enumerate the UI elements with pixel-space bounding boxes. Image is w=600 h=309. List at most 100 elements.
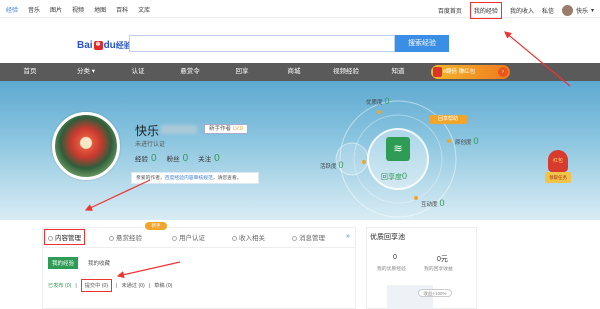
more-tabs-button[interactable]: » — [346, 233, 350, 240]
status-filters: 已发布 (0) | 提交中 (0) | 未通过 (0) | 草稿 (0) — [48, 279, 172, 292]
link-map[interactable]: 地图 — [94, 5, 106, 14]
stat-experience[interactable]: 经验 0 — [135, 153, 157, 164]
notice-text-a: 亲爱的作者， — [136, 176, 165, 181]
messages-link[interactable]: 私信 — [542, 6, 554, 15]
product-links: 经验 音乐 图片 视频 地图 百科 文库 — [6, 5, 150, 14]
metric-dot — [362, 160, 366, 164]
tab-user-certify[interactable]: 用户认证 — [172, 232, 205, 242]
my-experience-link[interactable]: 我的经验 — [469, 2, 502, 19]
pool-title: 优质回享池 — [370, 234, 405, 241]
claim-task-label: 领取任务 — [545, 172, 571, 183]
verification-status: 未进行认证 — [135, 142, 166, 148]
subtab-my-experience[interactable]: 我的经验 — [48, 257, 79, 269]
notice-text-b: ，请您查看。 — [212, 176, 242, 181]
stat-value: 0 — [182, 153, 189, 164]
stat-fans[interactable]: 粉丝 0 — [167, 153, 189, 164]
stat-label: 经验 — [135, 156, 148, 163]
username: 快乐 — [575, 9, 588, 15]
profile-avatar[interactable] — [52, 112, 120, 180]
content-tabs: 内容管理 悬赏经验 用户认证 收入相关 消息管理 — [42, 227, 356, 248]
chevron-down-icon: ▾ — [590, 8, 594, 14]
metric-value: 0 — [473, 136, 479, 146]
link-images[interactable]: 图片 — [50, 5, 62, 14]
divider: | — [116, 282, 118, 289]
filter-rejected[interactable]: 未通过 (0) — [121, 282, 144, 289]
link-wenku[interactable]: 文库 — [138, 5, 150, 14]
income-boost-pill: 收益+100% — [418, 289, 452, 297]
user-menu[interactable]: 快乐 ▾ — [561, 5, 594, 16]
link-music[interactable]: 音乐 — [28, 5, 40, 14]
metric-quality: 优质度 0 — [366, 96, 390, 106]
chevron-down-icon: ▾ — [89, 68, 96, 75]
promo-banner[interactable]: #翻倍 赚红包 › — [431, 65, 510, 79]
tab-label: 悬赏经验 — [116, 235, 142, 242]
link-baike[interactable]: 百科 — [116, 5, 128, 14]
metric-label: 活跃度 — [320, 164, 337, 170]
main-nav: 首页 分类 ▾ 认证 悬赏令 回享 商城 视频经验 知道 — [0, 63, 600, 81]
layers-icon: ≋ — [386, 137, 410, 161]
pool-count: 0 — [393, 254, 397, 261]
pool-income: 0元 — [437, 256, 448, 263]
tab-bounty[interactable]: 悬赏经验 — [109, 232, 142, 242]
document-icon — [48, 235, 53, 241]
nav-category[interactable]: 分类 ▾ — [60, 63, 112, 81]
nav-category-label: 分类 — [76, 68, 90, 75]
nav-certify[interactable]: 认证 — [112, 63, 164, 81]
avatar — [561, 5, 573, 16]
stat-following[interactable]: 关注 0 — [198, 153, 220, 164]
stat-value: 0 — [151, 153, 157, 164]
nav-video-experience[interactable]: 视频经验 — [320, 63, 372, 81]
yuan-icon — [232, 235, 237, 241]
new-badge: 新手 — [145, 222, 167, 230]
metric-value: 0 — [439, 198, 445, 208]
filter-pending[interactable]: 提交中 (0) — [80, 279, 113, 292]
paw-icon: ✽ — [93, 41, 103, 50]
level-value: LV.0 — [232, 126, 243, 132]
metric-dot — [377, 110, 381, 114]
search-button[interactable]: 搜索经验 — [395, 35, 449, 52]
filter-published[interactable]: 已发布 (0) — [48, 282, 71, 289]
review-notice: 亲爱的作者，百度经验内容审核规范，请您查看。 — [131, 172, 259, 184]
arrow-right-icon: › — [498, 67, 508, 77]
metric-interaction: 互动度 0 — [421, 198, 445, 208]
link-video[interactable]: 视频 — [72, 5, 84, 14]
nav-share[interactable]: 回享 — [216, 63, 268, 81]
metric-value: 0 — [338, 160, 344, 170]
notice-link[interactable]: 百度经验内容审核规范 — [165, 176, 213, 181]
nav-home[interactable]: 首页 — [0, 63, 60, 81]
subtab-my-favorites[interactable]: 我的收藏 — [84, 257, 114, 269]
user-icon — [172, 235, 177, 241]
stat-value: 0 — [214, 153, 220, 164]
link-jingyan[interactable]: 经验 — [6, 5, 18, 14]
user-links: 百度首页 我的经验 我的收入 私信 快乐 ▾ — [438, 2, 594, 19]
nav-bounty[interactable]: 悬赏令 — [164, 63, 216, 81]
red-packet-label: 红包 — [548, 150, 568, 172]
tab-label: 内容管理 — [55, 235, 81, 242]
share-help-tag[interactable]: 回享帮助 — [429, 115, 467, 124]
tab-messages[interactable]: 消息管理 — [292, 232, 325, 242]
search-input[interactable] — [129, 35, 395, 52]
metric-label: 原创度 — [455, 140, 472, 146]
metric-dot — [447, 139, 451, 143]
experience-subtabs: 我的经验 我的收藏 — [48, 257, 114, 269]
level-badge[interactable]: 新手作者 LV.0 — [204, 124, 248, 134]
tab-income[interactable]: 收入相关 — [232, 232, 265, 242]
coin-icon — [109, 235, 114, 241]
filter-draft[interactable]: 草稿 (0) — [154, 282, 172, 289]
nav-mall[interactable]: 商城 — [268, 63, 320, 81]
pool-count-label: 我的优质经验 — [377, 267, 406, 272]
tab-label: 用户认证 — [179, 235, 205, 242]
nav-zhidao[interactable]: 知道 — [372, 63, 424, 81]
my-income-link[interactable]: 我的收入 — [510, 6, 534, 15]
divider: | — [75, 282, 77, 289]
tab-content-management[interactable]: 内容管理 — [44, 229, 85, 245]
baidu-jingyan-logo[interactable]: Bai ✽ du 经验 — [77, 40, 132, 51]
red-packet-task[interactable]: 红包 领取任务 — [545, 150, 571, 184]
tab-label: 收入相关 — [239, 235, 265, 242]
stat-label: 关注 — [198, 156, 212, 163]
baidu-home-link[interactable]: 百度首页 — [438, 6, 462, 15]
logo-bai-text: Bai — [77, 40, 93, 51]
top-navigation-bar: 经验 音乐 图片 视频 地图 百科 文库 百度首页 我的经验 我的收入 私信 快… — [0, 0, 600, 19]
metric-value: 0 — [384, 96, 390, 106]
share-score: 回享度0 — [381, 171, 407, 182]
